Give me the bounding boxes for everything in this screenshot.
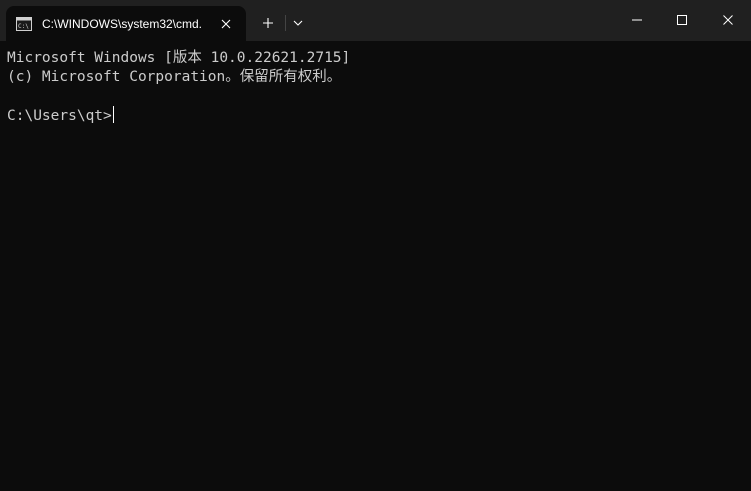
text-cursor xyxy=(112,106,114,123)
tab-title: C:\WINDOWS\system32\cmd. xyxy=(42,17,203,31)
svg-text:C:\: C:\ xyxy=(18,23,29,30)
close-icon xyxy=(221,19,231,29)
maximize-button[interactable] xyxy=(659,0,705,40)
console-app-icon: C:\ xyxy=(16,17,32,31)
profile-dropdown-button[interactable] xyxy=(288,11,308,35)
terminal-window: C:\ C:\WINDOWS\system32\cmd. Microsoft W… xyxy=(0,0,751,491)
terminal-output[interactable]: Microsoft Windows [版本 10.0.22621.2715] (… xyxy=(0,41,751,491)
plus-icon xyxy=(263,18,273,28)
tab-cmd[interactable]: C:\ C:\WINDOWS\system32\cmd. xyxy=(6,6,246,41)
title-bar: C:\ C:\WINDOWS\system32\cmd. xyxy=(0,0,751,41)
prompt-line[interactable]: C:\Users\qt> xyxy=(7,106,751,125)
tab-close-button[interactable] xyxy=(216,14,236,34)
minimize-icon xyxy=(632,19,642,21)
maximize-icon xyxy=(677,15,687,25)
close-window-button[interactable] xyxy=(705,0,751,40)
output-line: Microsoft Windows [版本 10.0.22621.2715] xyxy=(7,50,351,66)
new-tab-button[interactable] xyxy=(255,11,281,35)
chevron-down-icon xyxy=(293,20,303,26)
close-icon xyxy=(723,15,733,25)
minimize-button[interactable] xyxy=(614,0,660,40)
prompt-text: C:\Users\qt> xyxy=(7,108,112,124)
tab-separator xyxy=(285,15,286,31)
output-line: (c) Microsoft Corporation。保留所有权利。 xyxy=(7,69,342,85)
